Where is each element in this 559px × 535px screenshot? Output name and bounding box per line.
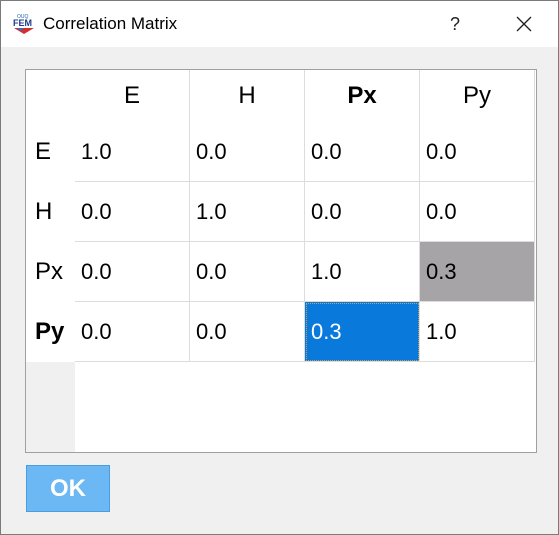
row-header-h[interactable]: H (26, 182, 75, 242)
matrix-cell-py-px[interactable]: 0.3 (305, 302, 420, 362)
matrix-cell-e-px[interactable]: 0.0 (305, 122, 420, 182)
matrix-cell-px-py[interactable]: 0.3 (420, 242, 535, 302)
matrix-cell-h-px[interactable]: 0.0 (305, 182, 420, 242)
close-icon (516, 16, 532, 32)
title-bar: OUQ FEM Correlation Matrix ? (1, 1, 558, 47)
column-header-e[interactable]: E (75, 70, 190, 122)
svg-text:FEM: FEM (13, 18, 32, 28)
matrix-cell-py-e[interactable]: 0.0 (75, 302, 190, 362)
matrix-cell-py-py[interactable]: 1.0 (420, 302, 535, 362)
column-header-h[interactable]: H (190, 70, 305, 122)
correlation-matrix-dialog: OUQ FEM Correlation Matrix ? E H Px Py E… (0, 0, 559, 535)
matrix-cell-h-h[interactable]: 1.0 (190, 182, 305, 242)
ok-button[interactable]: OK (26, 465, 110, 512)
window-title: Correlation Matrix (43, 14, 178, 33)
row-header-py[interactable]: Py (26, 302, 75, 362)
app-logo-icon: OUQ FEM (13, 14, 34, 34)
matrix-cell-h-e[interactable]: 0.0 (75, 182, 190, 242)
matrix-cell-e-e[interactable]: 1.0 (75, 122, 190, 182)
matrix-cell-px-e[interactable]: 0.0 (75, 242, 190, 302)
matrix-cell-px-px[interactable]: 1.0 (305, 242, 420, 302)
matrix-cell-e-py[interactable]: 0.0 (420, 122, 535, 182)
matrix-cell-e-h[interactable]: 0.0 (190, 122, 305, 182)
table-corner (26, 70, 75, 122)
row-header-px[interactable]: Px (26, 242, 75, 302)
help-button[interactable]: ? (432, 1, 478, 47)
column-header-py[interactable]: Py (420, 70, 535, 122)
matrix-cell-py-h[interactable]: 0.0 (190, 302, 305, 362)
matrix-cell-h-py[interactable]: 0.0 (420, 182, 535, 242)
column-header-px[interactable]: Px (305, 70, 420, 122)
matrix-cell-px-h[interactable]: 0.0 (190, 242, 305, 302)
matrix-table: E H Px Py E H Px Py 1.0 0.0 0.0 0.0 0.0 … (25, 69, 537, 453)
close-button[interactable] (501, 1, 547, 47)
row-header-e[interactable]: E (26, 122, 75, 182)
